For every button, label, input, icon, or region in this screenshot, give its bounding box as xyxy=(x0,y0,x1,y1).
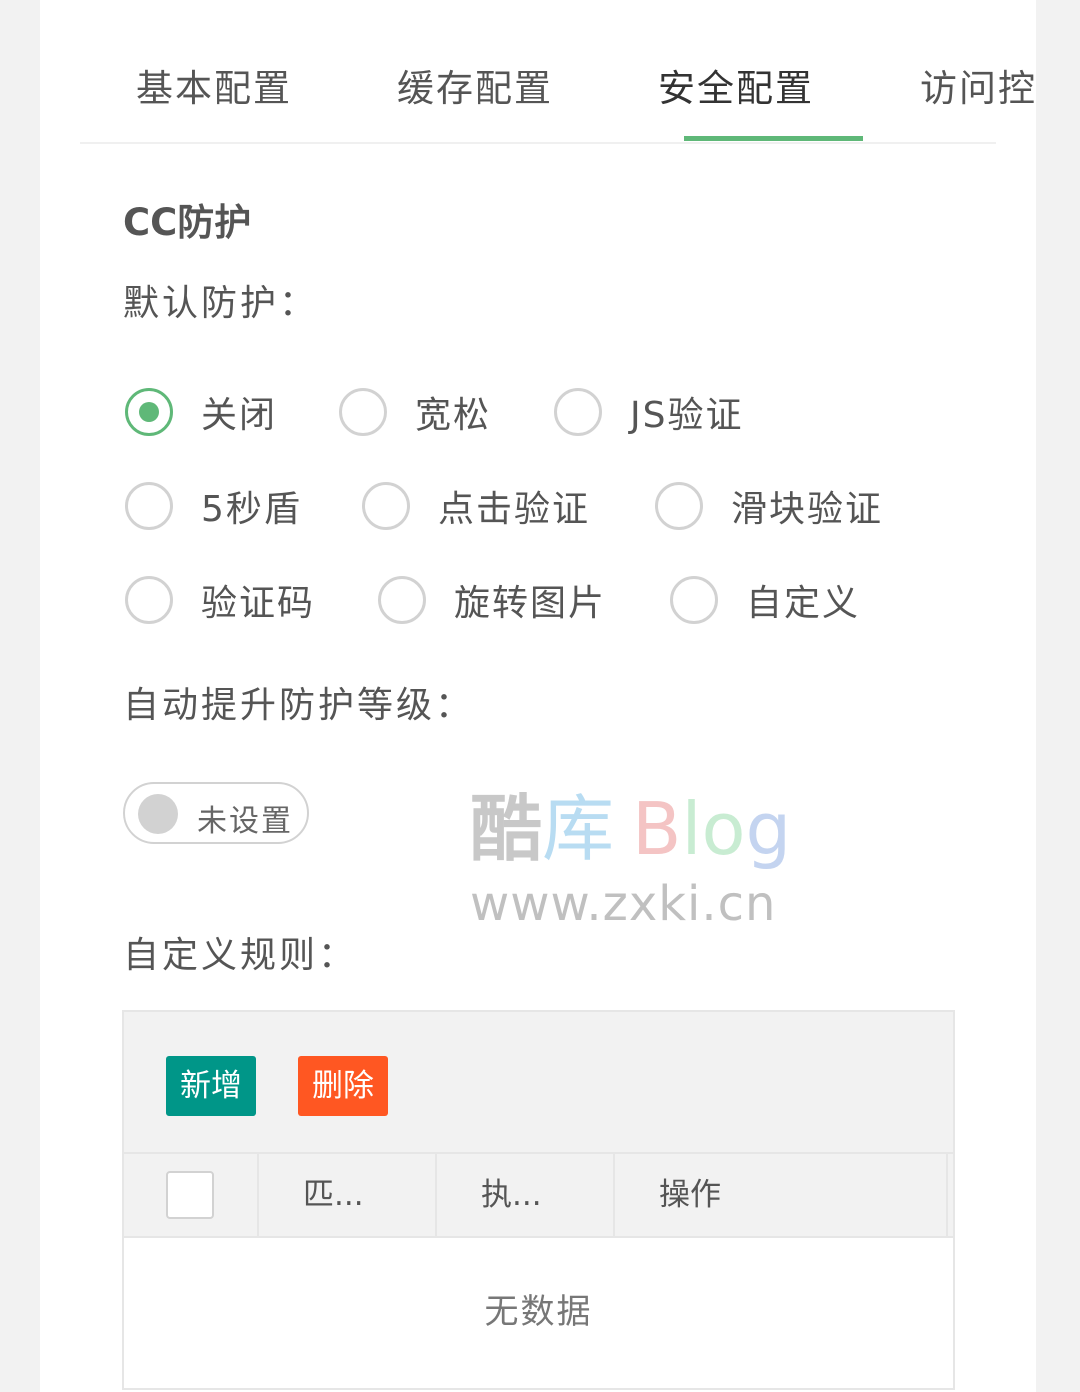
radio-label: 宽松 xyxy=(415,395,492,436)
custom-rules-table: 新增 删除 匹... 执... 操作 无数据 xyxy=(122,1010,955,1390)
tab-basic-config[interactable]: 基本配置 xyxy=(136,58,292,112)
radio-unchecked-icon xyxy=(125,576,173,624)
radio-unchecked-icon xyxy=(125,482,173,530)
tab-cache-config[interactable]: 缓存配置 xyxy=(397,58,553,112)
table-header: 匹... 执... 操作 xyxy=(124,1154,953,1238)
empty-state-text: 无数据 xyxy=(484,1292,593,1332)
radio-label: 点击验证 xyxy=(438,489,591,530)
watermark-char: g xyxy=(745,787,792,871)
settings-panel: 基本配置 缓存配置 安全配置 访问控制 CC防护 默认防护： 关闭 宽松 JS验… xyxy=(40,0,1036,1392)
radio-5s-shield[interactable]: 5秒盾 xyxy=(125,480,302,532)
radio-label: 旋转图片 xyxy=(454,583,607,624)
radio-captcha[interactable]: 验证码 xyxy=(125,574,315,626)
switch-label: 未设置 xyxy=(197,804,293,839)
watermark-char: lo xyxy=(681,787,746,871)
radio-unchecked-icon xyxy=(655,482,703,530)
active-tab-indicator xyxy=(684,136,863,141)
watermark-char: 库 xyxy=(542,787,615,871)
watermark-name: 酷库 Blog xyxy=(470,770,791,875)
radio-label: 验证码 xyxy=(201,583,316,624)
tab-bar: 基本配置 缓存配置 安全配置 访问控制 xyxy=(80,0,1036,144)
radio-label: 自定义 xyxy=(746,583,861,624)
radio-label: 滑块验证 xyxy=(731,489,884,530)
radio-label: JS验证 xyxy=(630,395,744,436)
radio-label: 5秒盾 xyxy=(201,489,302,530)
radio-slider-verify[interactable]: 滑块验证 xyxy=(655,480,883,532)
radio-checked-icon xyxy=(125,388,173,436)
auto-raise-label: 自动提升防护等级： xyxy=(123,685,475,726)
radio-unchecked-icon xyxy=(339,388,387,436)
column-header-match[interactable]: 匹... xyxy=(259,1154,437,1236)
select-all-column xyxy=(124,1154,259,1236)
table-toolbar: 新增 删除 xyxy=(124,1012,953,1154)
switch-knob xyxy=(138,794,178,834)
radio-js-verify[interactable]: JS验证 xyxy=(554,386,743,438)
radio-unchecked-icon xyxy=(378,576,426,624)
radio-unchecked-icon xyxy=(554,388,602,436)
custom-rules-label: 自定义规则： xyxy=(123,935,358,976)
add-rule-button[interactable]: 新增 xyxy=(166,1056,256,1116)
select-all-checkbox[interactable] xyxy=(166,1171,214,1219)
radio-custom[interactable]: 自定义 xyxy=(670,574,860,626)
tab-access-control[interactable]: 访问控制 xyxy=(920,58,1036,112)
column-header-operation: 操作 xyxy=(615,1154,948,1236)
column-header-action[interactable]: 执... xyxy=(437,1154,615,1236)
radio-label: 关闭 xyxy=(201,395,278,436)
tab-security-config[interactable]: 安全配置 xyxy=(658,58,814,112)
auto-raise-switch[interactable]: 未设置 xyxy=(123,782,309,844)
section-title: CC防护 xyxy=(123,201,252,244)
radio-unchecked-icon xyxy=(362,482,410,530)
radio-click-verify[interactable]: 点击验证 xyxy=(362,480,590,532)
radio-loose[interactable]: 宽松 xyxy=(339,386,491,438)
watermark-logo: 酷库 Blog www.zxki.cn xyxy=(470,770,830,932)
radio-unchecked-icon xyxy=(670,576,718,624)
watermark-char: B xyxy=(632,787,682,871)
watermark-url: www.zxki.cn xyxy=(470,876,777,932)
watermark-char: 酷 xyxy=(470,787,543,871)
default-protection-label: 默认防护： xyxy=(123,283,319,324)
radio-off[interactable]: 关闭 xyxy=(125,386,277,438)
delete-rule-button[interactable]: 删除 xyxy=(298,1056,388,1116)
radio-rotate-image[interactable]: 旋转图片 xyxy=(378,574,606,626)
